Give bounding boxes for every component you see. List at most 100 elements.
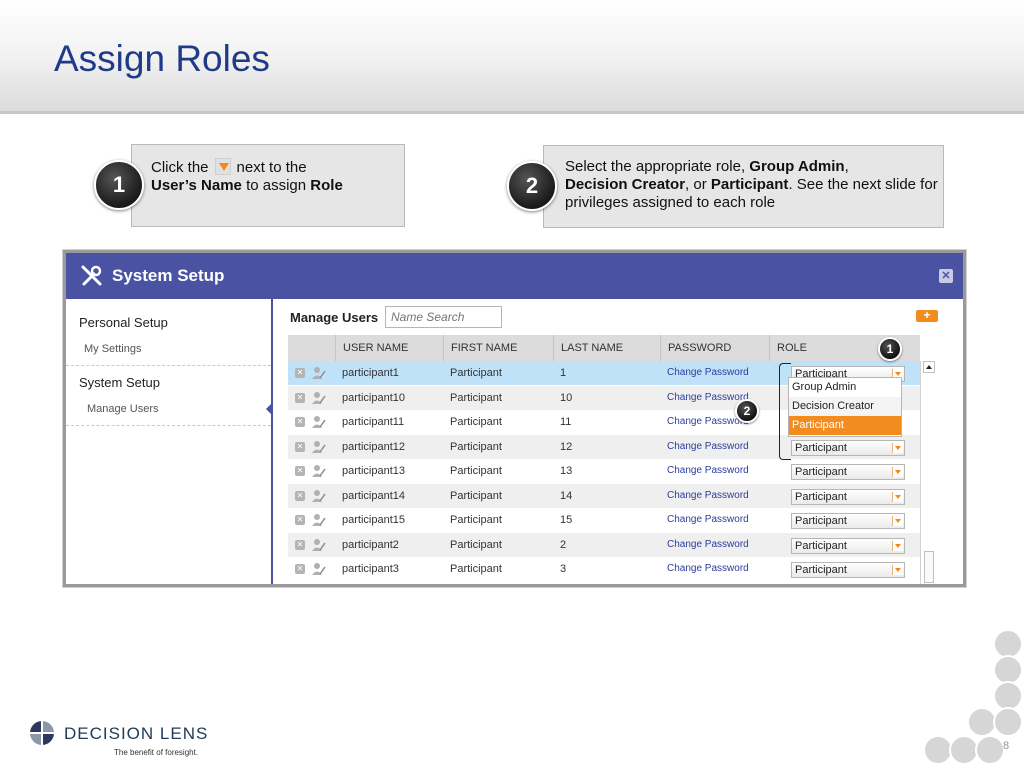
role-select-value: Participant [795,539,847,552]
edit-user-icon[interactable] [312,538,326,552]
cell-user-name[interactable]: participant2 [335,533,399,557]
window-header: System Setup ✕ [66,253,963,299]
scroll-up-icon[interactable] [923,361,935,373]
table-row[interactable]: ✕ participant3 Participant 3 Change Password… [288,557,920,581]
callout-2-sep-1: , [844,158,849,175]
cell-first-name: Participant [450,514,502,526]
edit-user-icon[interactable] [312,513,326,527]
role-option-group-admin[interactable]: Group Admin [789,378,901,397]
edit-user-icon[interactable] [312,366,326,380]
delete-icon[interactable]: ✕ [295,539,305,550]
callout-2-sep-2: , or [685,176,707,193]
callout-step-1: Click the next to the User’s Name to assi… [131,144,405,227]
role-select[interactable]: Participant [791,464,905,480]
add-user-button[interactable]: + [916,309,938,322]
edit-user-icon[interactable] [312,415,326,429]
dropdown-arrow-icon[interactable] [892,491,903,502]
callout-2-bold-decision-creator: Decision Creator [565,176,686,193]
marker-2-badge: 2 [735,399,759,423]
delete-icon[interactable]: ✕ [295,417,305,427]
edit-user-icon[interactable] [312,391,326,405]
column-header-first-name[interactable]: FIRST NAME [443,335,553,361]
cell-last-name: 13 [560,465,573,477]
brand-name: DECISION LENS [64,724,209,743]
change-password-link[interactable]: Change Password [660,533,749,557]
role-select-value: Participant [795,466,847,478]
close-icon[interactable]: ✕ [939,269,953,283]
cell-last-name: 14 [560,489,573,502]
change-password-link[interactable]: Change Password [660,484,749,508]
table-row[interactable]: ✕ participant15 Participant 15 Change Passwo… [288,508,920,532]
callout-2-text-a: Select the appropriate role, [565,158,746,175]
change-password-link[interactable]: Change Password [660,361,749,385]
dropdown-arrow-icon[interactable] [892,467,903,477]
delete-icon[interactable]: ✕ [295,392,305,403]
delete-icon[interactable]: ✕ [295,490,305,501]
role-select[interactable]: Participant [791,562,905,578]
delete-icon[interactable]: ✕ [295,564,305,574]
sidebar-divider [66,365,271,366]
cell-user-name[interactable]: participant3 [335,557,399,581]
cell-user-name[interactable]: participant15 [335,508,405,532]
scroll-thumb[interactable] [924,551,934,583]
cell-first-name: Participant [450,465,502,477]
sidebar: Personal Setup My Settings System Setup … [66,299,273,584]
dropdown-arrow-icon[interactable] [892,565,903,575]
cell-user-name[interactable]: participant12 [335,435,405,459]
cell-user-name[interactable]: participant14 [335,484,405,508]
edit-user-icon[interactable] [312,489,326,503]
column-header-password[interactable]: PASSWORD [660,335,769,361]
sidebar-divider [66,425,271,426]
delete-icon[interactable]: ✕ [295,368,305,378]
edit-user-icon[interactable] [312,562,326,576]
edit-user-icon[interactable] [312,440,326,454]
dropdown-arrow-icon[interactable] [892,516,903,526]
role-select[interactable]: Participant [791,488,905,505]
system-setup-window: System Setup ✕ Personal Setup My Setting… [63,250,966,587]
table-row[interactable]: ✕ participant13 Participant 13 Change Passwo… [288,459,920,483]
delete-icon[interactable]: ✕ [295,466,305,476]
sidebar-item-my-settings[interactable]: My Settings [84,343,141,355]
dropdown-arrow-icon[interactable] [892,540,903,551]
name-search-input[interactable] [385,306,502,328]
active-pointer-icon [266,402,273,416]
role-select[interactable]: Participant [791,537,905,554]
table-row[interactable]: ✕ participant12 Participant 12 Change Passwo… [288,434,920,459]
role-select[interactable]: Participant [791,439,905,456]
cell-user-name[interactable]: participant13 [335,459,405,483]
change-password-link[interactable]: Change Password [660,459,749,483]
table-row[interactable]: ✕ participant2 Participant 2 Change Password… [288,532,920,557]
column-header-user-name[interactable]: USER NAME [335,335,443,361]
edit-user-icon[interactable] [312,464,326,478]
change-password-link[interactable]: Change Password [660,508,749,532]
cell-first-name: Participant [450,440,502,453]
change-password-link[interactable]: Change Password [660,435,749,459]
page-number: 8 [1003,740,1010,752]
role-select-value: Participant [795,441,847,454]
callout-2-bold-group-admin: Group Admin [749,158,845,175]
sidebar-heading-system-setup[interactable]: System Setup [79,375,160,390]
title-band: Assign Roles [0,0,1024,114]
role-option-participant[interactable]: Participant [789,416,901,435]
role-option-decision-creator[interactable]: Decision Creator [789,397,901,416]
cell-last-name: 11 [560,416,572,428]
sidebar-heading-personal-setup[interactable]: Personal Setup [79,315,168,330]
cell-first-name: Participant [450,367,502,379]
dropdown-arrow-icon[interactable] [892,442,903,453]
delete-icon[interactable]: ✕ [295,515,305,525]
column-header-last-name[interactable]: LAST NAME [553,335,660,361]
delete-icon[interactable]: ✕ [295,441,305,452]
cell-user-name[interactable]: participant1 [335,361,399,385]
cell-last-name: 1 [560,367,567,379]
sidebar-item-manage-users[interactable]: Manage Users [87,403,159,415]
cell-first-name: Participant [450,416,502,428]
cell-first-name: Participant [450,391,502,404]
change-password-link[interactable]: Change Password [660,557,749,581]
role-select[interactable]: Participant [791,513,905,529]
cell-first-name: Participant [450,538,502,551]
cell-user-name[interactable]: participant10 [335,386,405,410]
users-table: USER NAME FIRST NAME LAST NAME PASSWORD … [288,335,938,584]
table-row[interactable]: ✕ participant14 Participant 14 Change Passwo… [288,483,920,508]
cell-user-name[interactable]: participant11 [335,410,404,434]
table-scrollbar[interactable] [920,361,936,584]
